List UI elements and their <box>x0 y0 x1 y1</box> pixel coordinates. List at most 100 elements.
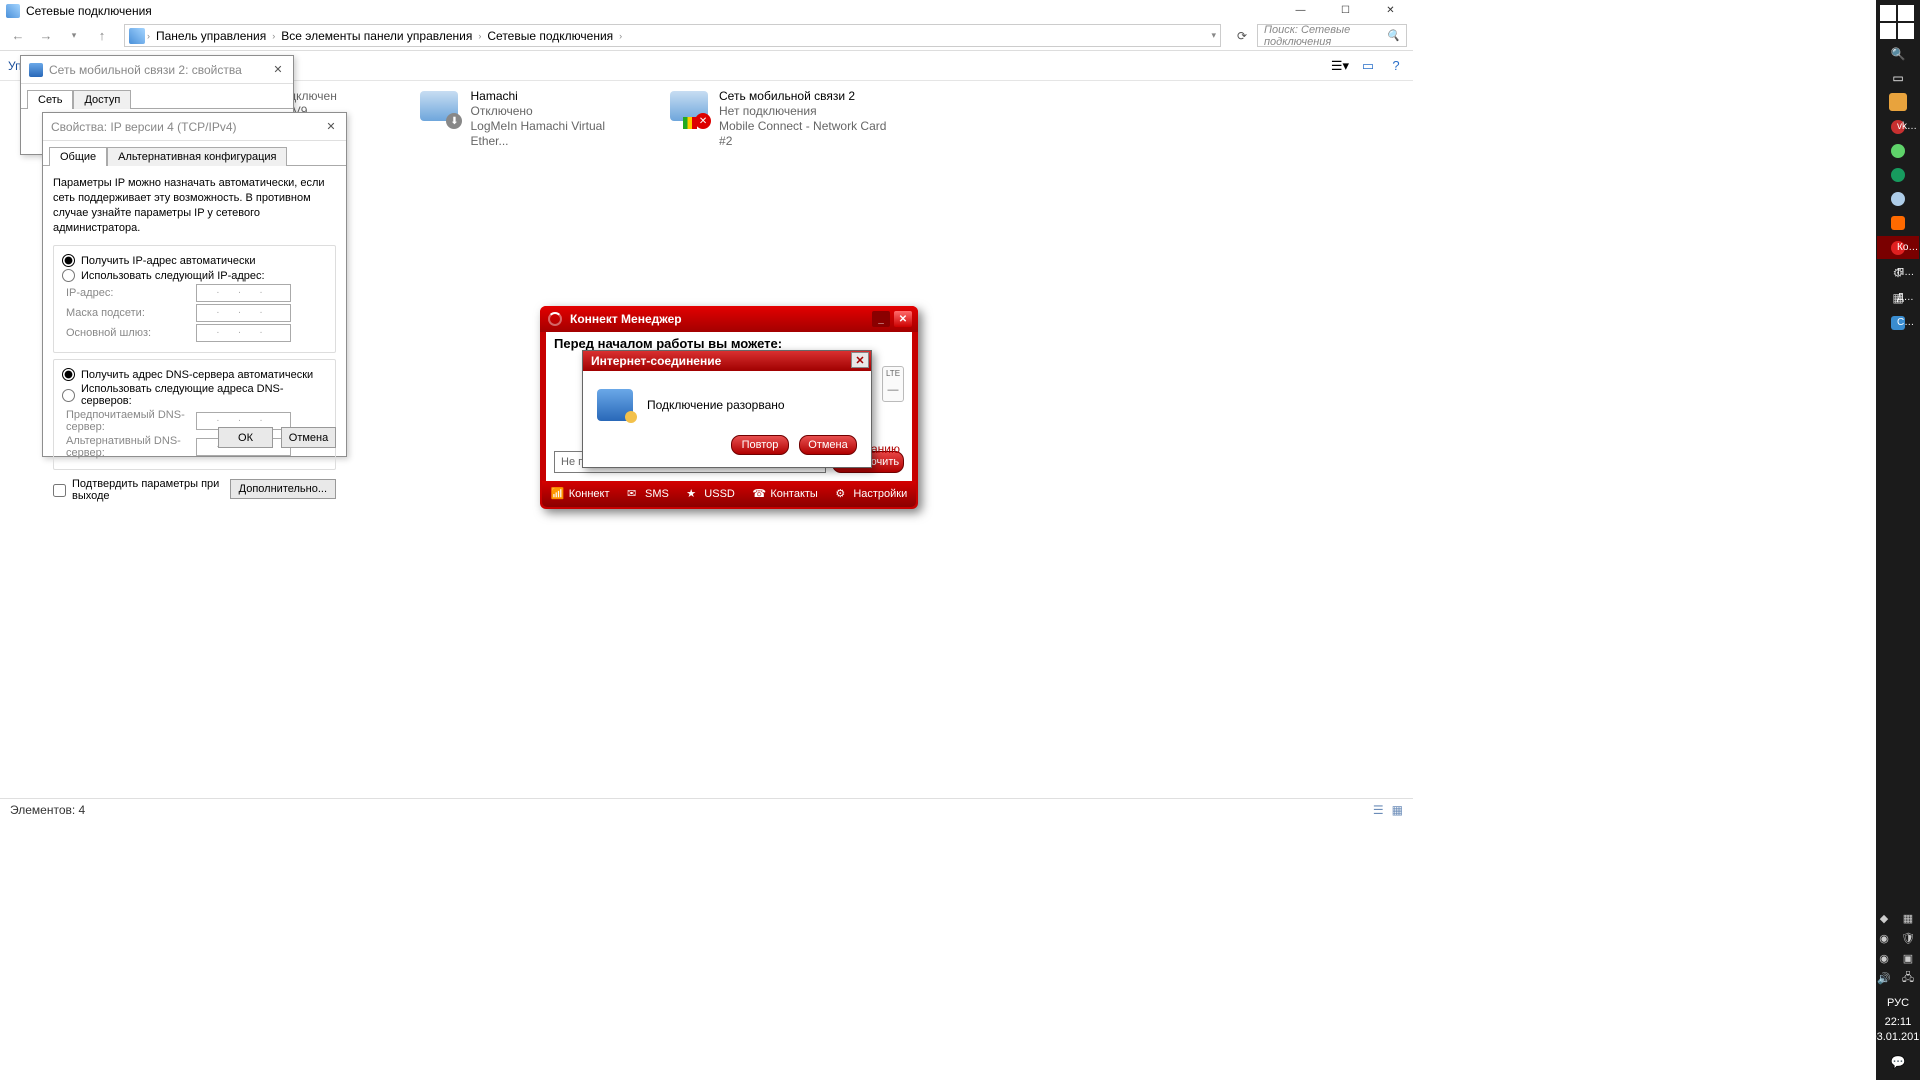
taskbar-app-params[interactable]: ⚙Пар... <box>1877 261 1919 284</box>
maximize-button[interactable]: ☐ <box>1323 0 1368 20</box>
radio-manual-dns[interactable]: Использовать следующие адреса DNS-сервер… <box>62 383 327 407</box>
task-view-button[interactable]: ▭ <box>1877 67 1919 89</box>
forward-button[interactable]: → <box>34 24 58 48</box>
close-button[interactable]: ✕ <box>894 311 912 327</box>
signal-icon: 📶 <box>551 487 565 501</box>
preview-pane-button[interactable]: ▭ <box>1359 57 1377 75</box>
connection-item[interactable]: ✕ Сеть мобильной связи 2 Нет подключения… <box>670 89 890 149</box>
connection-item[interactable]: ⬇ Hamachi Отключено LogMeIn Hamachi Virt… <box>420 89 640 149</box>
confirm-checkbox-row[interactable]: Подтвердить параметры при выходе Дополни… <box>53 478 336 502</box>
search-input[interactable]: Поиск: Сетевые подключения 🔍 <box>1257 24 1407 47</box>
ipv4-dialog: Свойства: IP версии 4 (TCP/IPv4) ✕ Общие… <box>42 112 347 457</box>
minimize-button[interactable]: — <box>1278 0 1323 20</box>
connection-detail: LogMeIn Hamachi Virtual Ether... <box>470 119 640 149</box>
modal-message: Подключение разорвано <box>647 398 785 412</box>
tab-alternate[interactable]: Альтернативная конфигурация <box>107 147 287 166</box>
confirm-label: Подтвердить параметры при выходе <box>72 478 224 502</box>
crumb-2[interactable]: Сетевые подключения <box>483 29 617 43</box>
taskbar-app[interactable] <box>1877 140 1919 162</box>
tray-usb-icon[interactable]: ▣ <box>1899 949 1917 967</box>
volume-icon[interactable]: 🔊 <box>1875 969 1893 987</box>
tab-network[interactable]: Сеть <box>27 90 73 109</box>
properties-tabs: Сеть Доступ <box>21 84 293 109</box>
retry-button[interactable]: Повтор <box>731 435 789 455</box>
window-controls: — ☐ ✕ <box>1278 0 1413 20</box>
start-button[interactable] <box>1877 3 1919 41</box>
connection-detail: Mobile Connect - Network Card #2 <box>719 119 890 149</box>
tray-chrome-icon[interactable]: ◉ <box>1875 949 1893 967</box>
clock[interactable]: 22:11 03.01.2019 <box>1870 1015 1920 1044</box>
nav-sms[interactable]: ✉SMS <box>627 487 669 501</box>
nav-settings[interactable]: ⚙Настройки <box>835 487 907 501</box>
confirm-checkbox[interactable] <box>53 484 66 497</box>
radio-manual-ip-label: Использовать следующий IP-адрес: <box>81 270 265 282</box>
up-button[interactable]: ↑ <box>90 24 114 48</box>
network-tray-icon[interactable]: 🖧 <box>1899 969 1917 987</box>
radio-auto-dns[interactable]: Получить адрес DNS-сервера автоматически <box>62 368 327 381</box>
radio-auto-ip-label: Получить IP-адрес автоматически <box>81 255 255 267</box>
taskbar-app[interactable] <box>1877 212 1919 234</box>
cm-bottom-nav: 📶Коннект ✉SMS ★USSD ☎Контакты ⚙Настройки <box>542 481 916 507</box>
nav-ussd[interactable]: ★USSD <box>686 487 735 501</box>
close-button[interactable]: ✕ <box>320 117 342 135</box>
taskbar-app-vk[interactable]: vk.c... <box>1877 115 1919 138</box>
gateway-input: . . . <box>196 324 291 342</box>
tab-general[interactable]: Общие <box>49 147 107 166</box>
star-icon: ★ <box>686 487 700 501</box>
tray-icon[interactable]: ◉ <box>1875 929 1893 947</box>
modal-titlebar[interactable]: Интернет-соединение ✕ <box>583 351 871 371</box>
cancel-button[interactable]: Отмена <box>799 435 857 455</box>
radio-auto-dns-input[interactable] <box>62 368 75 381</box>
tray-shield-icon[interactable]: 🛡 <box>1899 929 1917 947</box>
view-button[interactable]: ☰▾ <box>1331 57 1349 75</box>
mask-label: Маска подсети: <box>66 307 196 319</box>
ok-button[interactable]: ОК <box>218 427 273 448</box>
taskbar-app-network[interactable]: Сете... <box>1877 311 1919 334</box>
advanced-button[interactable]: Дополнительно... <box>230 479 336 499</box>
minimize-button[interactable]: _ <box>872 311 890 327</box>
path-icon <box>129 28 145 44</box>
close-button[interactable]: ✕ <box>267 60 289 78</box>
envelope-icon: ✉ <box>627 487 641 501</box>
search-button[interactable]: 🔍 <box>1877 43 1919 65</box>
language-indicator[interactable]: РУС <box>1887 997 1909 1009</box>
radio-auto-ip-input[interactable] <box>62 254 75 267</box>
lte-label: LTE <box>883 369 903 378</box>
file-explorer-taskbar[interactable] <box>1877 91 1919 113</box>
radio-manual-ip-input[interactable] <box>62 269 75 282</box>
radio-manual-dns-input[interactable] <box>62 389 75 402</box>
nav-connect[interactable]: 📶Коннект <box>551 487 610 501</box>
close-button[interactable]: ✕ <box>851 352 869 368</box>
tab-access[interactable]: Доступ <box>73 90 131 109</box>
cancel-button[interactable]: Отмена <box>281 427 336 448</box>
breadcrumb[interactable]: › Панель управления › Все элементы панел… <box>124 24 1221 47</box>
connection-name: Сеть мобильной связи 2 <box>719 89 890 104</box>
cm-titlebar[interactable]: Коннект Менеджер _ ✕ <box>540 306 918 332</box>
radio-manual-ip[interactable]: Использовать следующий IP-адрес: <box>62 269 327 282</box>
crumb-1[interactable]: Все элементы панели управления <box>277 29 476 43</box>
radio-manual-dns-label: Использовать следующие адреса DNS-сервер… <box>81 383 327 407</box>
taskbar-app-diag[interactable]: ▦Диаг... <box>1877 286 1919 309</box>
notifications-button[interactable]: 💬 <box>1884 1050 1912 1074</box>
tray-icon[interactable]: ▦ <box>1899 909 1917 927</box>
radio-auto-ip[interactable]: Получить IP-адрес автоматически <box>62 254 327 267</box>
large-icons-view-icon[interactable]: ▦ <box>1392 803 1403 817</box>
crumb-0[interactable]: Панель управления <box>152 29 270 43</box>
taskbar-app[interactable] <box>1877 164 1919 186</box>
network-small-icon <box>29 63 43 77</box>
details-view-icon[interactable]: ☰ <box>1373 803 1384 817</box>
recent-dropdown[interactable]: ▾ <box>62 24 86 48</box>
back-button[interactable]: ← <box>6 24 30 48</box>
close-button[interactable]: ✕ <box>1368 0 1413 20</box>
taskbar-app-steam[interactable] <box>1877 188 1919 210</box>
tray-icon[interactable]: ◆ <box>1875 909 1893 927</box>
taskbar-app-connect-manager[interactable]: Кон... <box>1877 236 1919 259</box>
refresh-button[interactable]: ⟳ <box>1231 25 1253 47</box>
help-button[interactable]: ? <box>1387 57 1405 75</box>
status-text: Элементов: 4 <box>10 803 85 817</box>
nav-contacts[interactable]: ☎Контакты <box>752 487 818 501</box>
spinner-icon <box>548 312 562 326</box>
connection-state: Отключено <box>470 104 640 119</box>
history-dropdown-icon[interactable]: ▾ <box>1211 30 1216 41</box>
chevron-right-icon: › <box>147 31 150 41</box>
